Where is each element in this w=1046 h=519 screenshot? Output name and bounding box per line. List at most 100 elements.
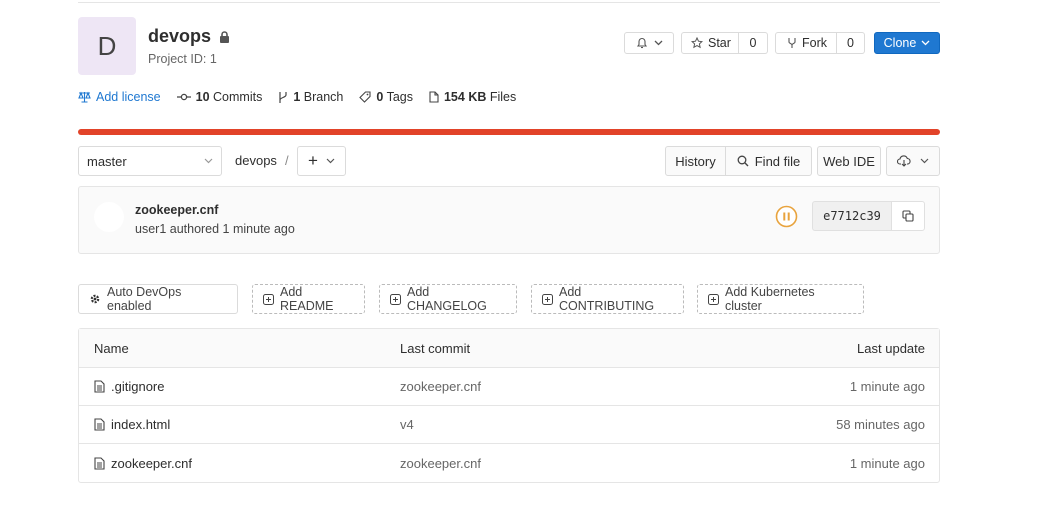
project-name[interactable]: devops (148, 26, 211, 47)
table-row[interactable]: .gitignore zookeeper.cnf 1 minute ago (79, 368, 939, 406)
fork-count[interactable]: 0 (837, 32, 865, 54)
star-button[interactable]: Star (681, 32, 739, 54)
files-link[interactable]: 154 KB Files (429, 90, 516, 104)
chevron-down-icon (326, 158, 335, 164)
tags-label: Tags (386, 90, 413, 104)
find-file-label: Find file (754, 153, 801, 169)
search-icon (737, 155, 749, 167)
add-changelog-label: Add CHANGELOG (407, 285, 487, 313)
commit-meta: user1 authored 1 minute ago (135, 222, 295, 236)
file-name[interactable]: index.html (111, 417, 170, 432)
web-ide-button[interactable]: Web IDE (817, 146, 881, 176)
avatar-letter: D (97, 30, 117, 61)
star-group: Star 0 (681, 32, 768, 54)
file-last-commit[interactable]: zookeeper.cnf (399, 379, 759, 394)
copy-icon (902, 210, 914, 222)
project-id: Project ID: 1 (148, 52, 217, 66)
plus-square-icon (708, 293, 719, 305)
plus-icon: + (308, 151, 318, 170)
download-dropdown[interactable] (886, 146, 940, 176)
project-avatar[interactable]: D (78, 17, 136, 75)
add-license-label: Add license (96, 90, 161, 104)
add-kubernetes-button[interactable]: Add Kubernetes cluster (697, 284, 864, 314)
project-stats: Add license 10 Commits 1 Branch 0 Tags 1… (78, 88, 532, 106)
add-changelog-button[interactable]: Add CHANGELOG (379, 284, 517, 314)
file-icon (94, 418, 105, 431)
gear-icon (89, 293, 101, 305)
project-title: devops (148, 26, 230, 47)
plus-square-icon (542, 293, 553, 305)
add-kubernetes-label: Add Kubernetes cluster (725, 285, 815, 313)
header-last-update: Last update (857, 340, 925, 356)
table-header: Name Last commit Last update (79, 329, 939, 368)
add-dropdown[interactable]: + (297, 146, 346, 176)
branch-selector-value: master (87, 153, 127, 169)
fork-button[interactable]: Fork (775, 32, 837, 54)
breadcrumb-path[interactable]: devops (235, 153, 277, 168)
download-icon (897, 155, 911, 167)
author-avatar[interactable] (94, 202, 124, 232)
file-icon (429, 91, 439, 103)
commits-label: Commits (213, 90, 263, 104)
bell-icon (636, 37, 648, 49)
web-ide-label: Web IDE (823, 153, 875, 169)
auto-devops-button[interactable]: Auto DevOps enabled (78, 284, 238, 314)
add-contributing-label: Add CONTRIBUTING (559, 285, 655, 313)
language-bar[interactable] (78, 129, 940, 135)
table-row[interactable]: zookeeper.cnf zookeeper.cnf 1 minute ago (79, 444, 939, 482)
add-readme-label: Add README (280, 285, 334, 313)
pipeline-status-icon[interactable] (775, 205, 798, 228)
scale-icon (78, 91, 91, 103)
lock-icon (219, 30, 230, 43)
add-readme-button[interactable]: Add README (252, 284, 365, 314)
files-size: 154 KB (443, 90, 487, 104)
tag-icon (359, 91, 371, 103)
clone-button[interactable]: Clone (874, 32, 940, 54)
notification-dropdown[interactable] (624, 32, 674, 54)
add-contributing-button[interactable]: Add CONTRIBUTING (531, 284, 684, 314)
branch-label: Branch (303, 90, 344, 104)
file-last-update: 1 minute ago (849, 455, 925, 471)
commit-sha[interactable]: e7712c39 (812, 201, 892, 231)
file-tree-table: Name Last commit Last update .gitignore … (78, 328, 940, 483)
copy-sha-button[interactable] (891, 201, 925, 231)
plus-square-icon (263, 293, 274, 305)
history-button[interactable]: History (665, 146, 726, 176)
file-icon (94, 456, 105, 470)
commits-link[interactable]: 10 Commits (176, 90, 263, 104)
commit-icon (176, 92, 191, 102)
fork-group: Fork 0 (775, 32, 865, 54)
star-count[interactable]: 0 (739, 32, 768, 54)
file-last-commit[interactable]: zookeeper.cnf (399, 456, 759, 471)
branches-link[interactable]: 1 Branch (278, 90, 343, 104)
auto-devops-label: Auto DevOps enabled (107, 285, 182, 313)
branch-selector[interactable]: master (78, 146, 222, 176)
chevron-down-icon (920, 158, 929, 164)
header-last-commit: Last commit (400, 340, 471, 356)
file-name[interactable]: zookeeper.cnf (111, 456, 192, 471)
file-icon (94, 380, 105, 393)
chevron-down-icon (921, 40, 930, 46)
commit-title[interactable]: zookeeper.cnf (135, 203, 218, 217)
tags-link[interactable]: 0 Tags (359, 90, 413, 104)
history-label: History (675, 153, 716, 169)
branch-count: 1 (293, 90, 301, 104)
plus-square-icon (390, 293, 401, 305)
tags-count: 0 (376, 90, 384, 104)
branch-icon (278, 91, 288, 104)
table-row[interactable]: index.html v4 58 minutes ago (79, 406, 939, 444)
chevron-down-icon (204, 158, 213, 164)
file-last-update: 1 minute ago (849, 379, 925, 394)
fork-label: Fork (802, 36, 827, 50)
last-commit-panel (78, 186, 940, 254)
add-license-link[interactable]: Add license (78, 90, 161, 104)
top-divider (78, 2, 940, 3)
chevron-down-icon (654, 40, 663, 46)
file-last-commit[interactable]: v4 (399, 417, 759, 432)
find-file-button[interactable]: Find file (725, 146, 812, 176)
fork-icon (787, 37, 797, 49)
star-label: Star (708, 36, 731, 50)
file-last-update: 58 minutes ago (836, 417, 925, 432)
file-name[interactable]: .gitignore (111, 379, 164, 394)
files-label: Files (489, 90, 517, 104)
